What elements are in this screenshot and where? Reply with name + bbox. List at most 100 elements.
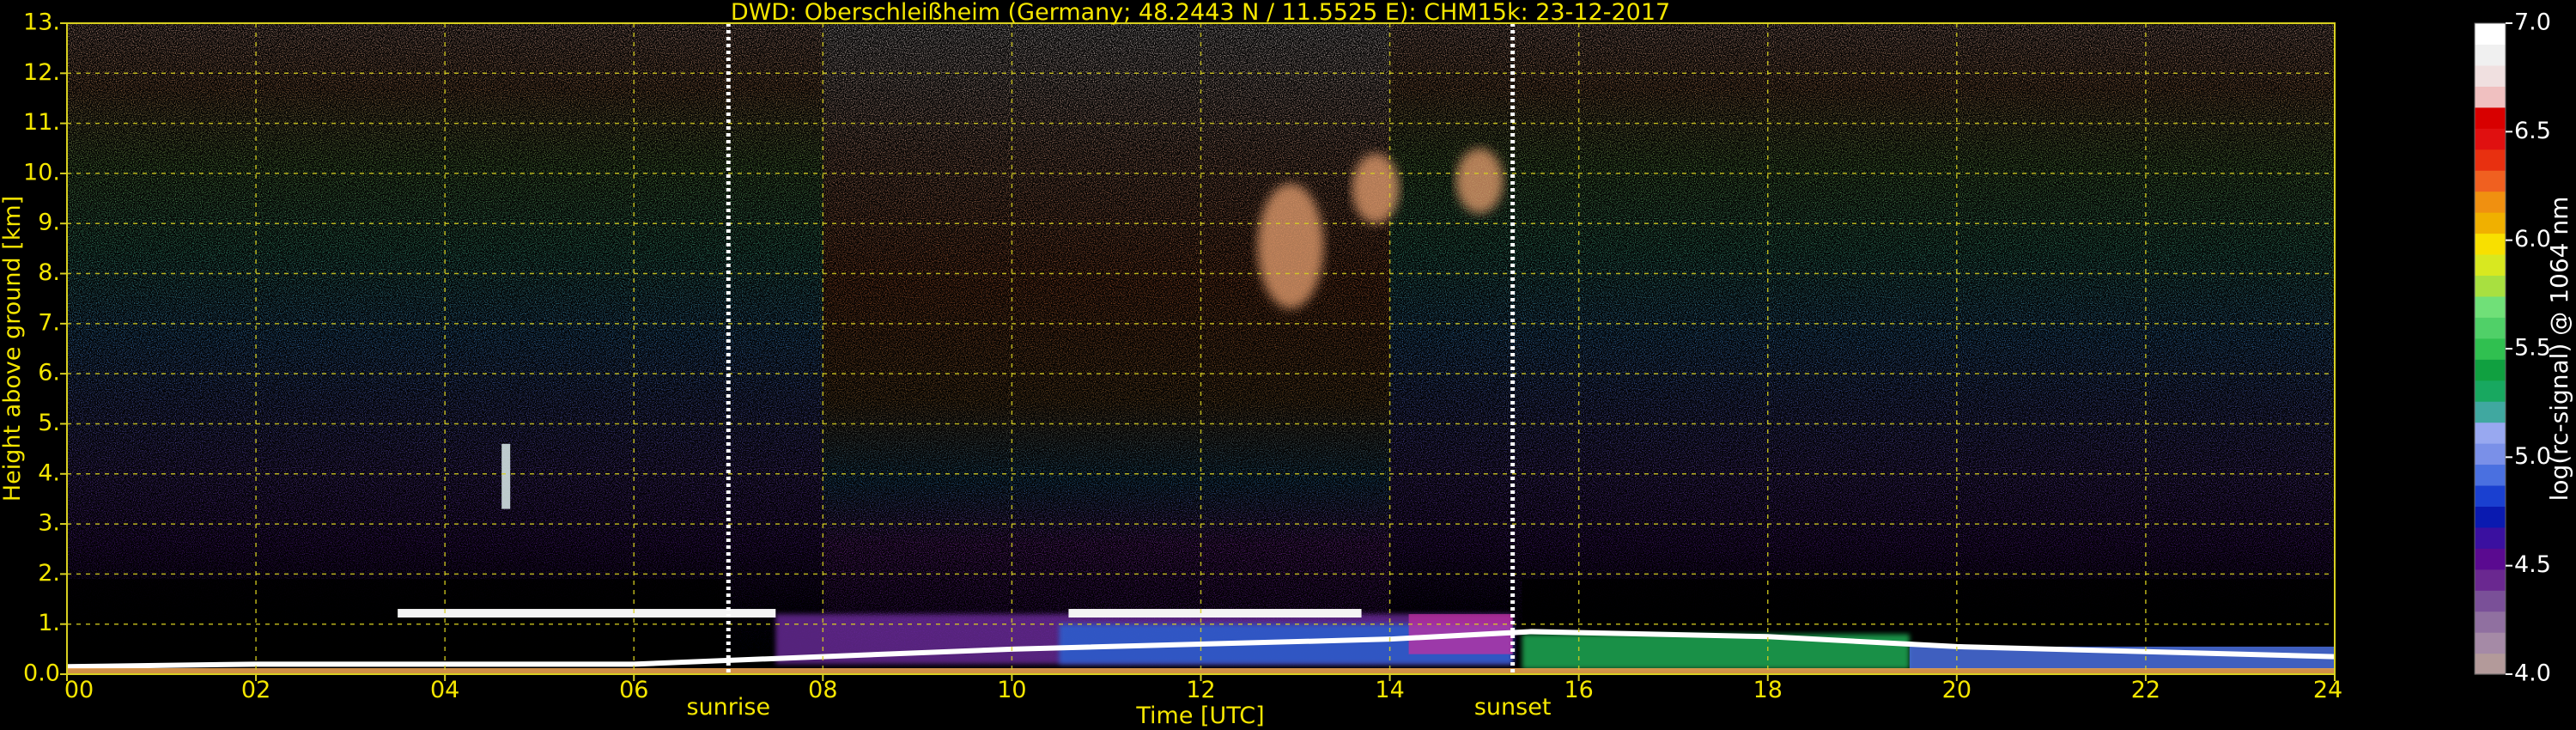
heatmap-column [634, 23, 730, 674]
colorbar-swatch [2475, 253, 2506, 277]
colorbar-tick-label: 4.5 [2514, 551, 2551, 578]
cloud-base-bar [398, 609, 776, 618]
x-tick-label: 18 [1753, 677, 1783, 703]
colorbar-swatch [2475, 611, 2506, 633]
isolated-cloud [501, 443, 511, 509]
colorbar-swatch [2475, 23, 2506, 46]
x-tick-label: 20 [1942, 677, 1971, 703]
lidar-quicklook-chart: sunrise sunset 0.0 1. 2. 3. 4. 5. 6. 7. 8. 9. 10. 11… [0, 0, 2573, 729]
colorbar-swatch [2475, 295, 2506, 318]
colorbar-swatch [2475, 233, 2506, 255]
colorbar-swatch [2475, 338, 2506, 360]
heatmap-column [1673, 23, 1769, 674]
heatmap-column [1106, 23, 1202, 674]
x-tick-label: 14 [1375, 677, 1404, 703]
colorbar-swatch [2475, 86, 2506, 108]
y-tick-label: 13. [23, 9, 60, 36]
colorbar-swatch [2475, 569, 2506, 591]
colorbar-swatch [2475, 653, 2506, 675]
y-tick-label: 1. [38, 610, 60, 636]
colorbar-swatch [2475, 506, 2506, 528]
heatmap-column [445, 23, 541, 674]
y-tick-label: 10. [23, 159, 60, 186]
heatmap-column [1578, 23, 1674, 674]
sun-marker-label: sunset [1474, 694, 1552, 721]
colorbar-swatch [2475, 359, 2506, 381]
x-axis-label: Time [UTC] [1135, 703, 1264, 729]
y-tick-label: 2. [38, 560, 60, 587]
chart-title: DWD: Oberschleißheim (Germany; 48.2443 N… [731, 0, 1670, 26]
x-tick-label: 06 [619, 677, 648, 703]
colorbar-swatch [2475, 106, 2506, 129]
heatmap-column [1012, 23, 1108, 674]
x-tick-label: 24 [2313, 677, 2342, 703]
y-tick-label: 12. [23, 59, 60, 86]
high-cloud [1257, 183, 1324, 309]
x-axis-ticks: 00 02 04 06 08 10 12 14 16 18 20 22 24 [64, 674, 2342, 703]
heatmap-column [161, 23, 258, 674]
sun-marker-label: sunrise [687, 694, 771, 721]
colorbar-swatch [2475, 149, 2506, 171]
heatmap-column [256, 23, 352, 674]
colorbar-swatch [2475, 317, 2506, 339]
y-axis-label: Height above ground [km] [0, 196, 26, 502]
low-dark-band [67, 579, 729, 674]
heatmap-column [1956, 23, 2052, 674]
y-tick-label: 11. [23, 109, 60, 136]
colorbar-tick-label: 4.0 [2514, 660, 2551, 687]
y-tick-label: 4. [38, 459, 60, 486]
x-tick-label: 04 [430, 677, 459, 703]
x-tick-label: 08 [808, 677, 837, 703]
x-tick-label: 02 [241, 677, 270, 703]
colorbar-tick-label: 7.0 [2514, 9, 2551, 36]
heatmap-column [2145, 23, 2241, 674]
colorbar-swatch [2475, 526, 2506, 549]
colorbar-swatch [2475, 484, 2506, 507]
heatmap-column [1767, 23, 1863, 674]
y-tick-label: 5. [38, 410, 60, 436]
colorbar-swatch [2475, 44, 2506, 66]
colorbar-swatch [2475, 380, 2506, 402]
heatmap-column [1389, 23, 1485, 674]
y-tick-label: 9. [38, 210, 60, 236]
heatmap-column [823, 23, 919, 674]
heatmap-column [539, 23, 635, 674]
colorbar-swatch [2475, 422, 2506, 444]
y-tick-label: 6. [38, 360, 60, 386]
x-tick-label: 16 [1564, 677, 1593, 703]
heatmap-column [350, 23, 447, 674]
x-tick-label: 12 [1186, 677, 1215, 703]
colorbar-swatch [2475, 548, 2506, 570]
y-tick-label: 8. [38, 259, 60, 286]
heatmap-column [1200, 23, 1297, 674]
colorbar-swatch [2475, 170, 2506, 192]
colorbar-swatch [2475, 191, 2506, 213]
cloud-base-bar [1068, 609, 1362, 618]
colorbar-swatch [2475, 275, 2506, 297]
colorbar-swatch [2475, 443, 2506, 465]
heatmap-column [67, 23, 163, 674]
colorbar-label: log(rc-signal) @ 1064 nm [2545, 197, 2573, 502]
high-cloud [1352, 153, 1400, 224]
heatmap-column [2239, 23, 2335, 674]
heatmap-column [728, 23, 824, 674]
x-tick-label: 22 [2131, 677, 2160, 703]
colorbar-swatch [2475, 401, 2506, 423]
colorbar-swatch [2475, 212, 2506, 234]
y-tick-label: 3. [38, 510, 60, 537]
high-cloud [1455, 148, 1504, 214]
colorbar-swatch [2475, 464, 2506, 486]
colorbar-swatch [2475, 128, 2506, 150]
heatmap-column [1862, 23, 1958, 674]
heatmap-column [1295, 23, 1391, 674]
y-axis-ticks: 0.0 1. 2. 3. 4. 5. 6. 7. 8. 9. 10. 11. 12. 13. [23, 9, 67, 687]
colorbar-swatch [2475, 64, 2506, 87]
heatmap-column [2050, 23, 2147, 674]
colorbar-swatch [2475, 590, 2506, 612]
heatmap-column [917, 23, 1013, 674]
colorbar: 4.04.55.05.56.06.57.0 [2474, 9, 2551, 687]
y-tick-label: 0.0 [23, 660, 60, 687]
x-tick-label: 00 [64, 677, 94, 703]
colorbar-tick-label: 6.5 [2514, 118, 2551, 144]
y-tick-label: 7. [38, 309, 60, 336]
